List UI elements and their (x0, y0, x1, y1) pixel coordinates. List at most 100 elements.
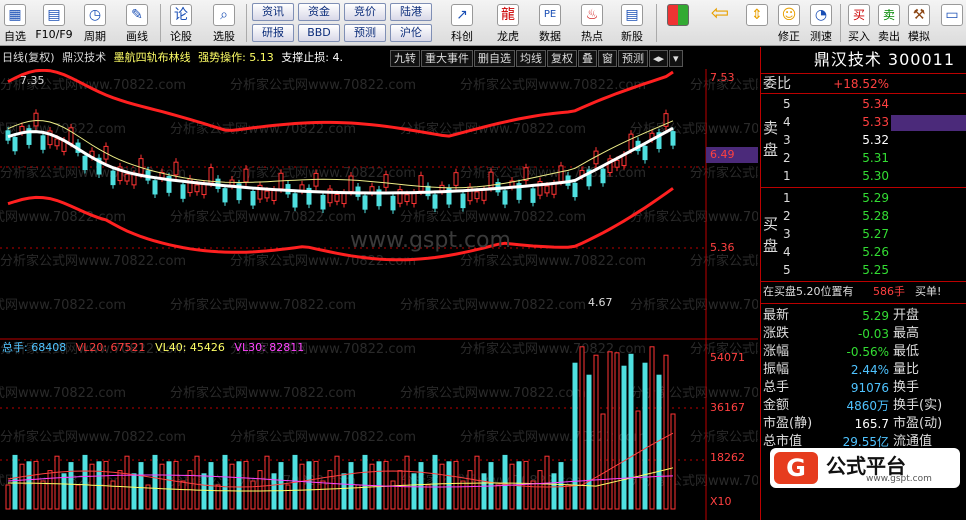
buy-row-5[interactable]: 5 5.25 (761, 261, 966, 279)
tab-major-events[interactable]: 重大事件 (421, 50, 473, 67)
volume-bar (236, 461, 242, 510)
tab-adjust[interactable]: 复权 (547, 50, 577, 67)
stat-value: -0.03 (857, 327, 889, 341)
volume-bar (33, 460, 39, 510)
buy-row-3[interactable]: 3 5.27 (761, 225, 966, 243)
stat-row: 市盈(静) 165.7 市盈(动) (761, 415, 966, 433)
candle-body (292, 193, 298, 208)
brand-logo: G 公式平台 www.gspt.com (770, 448, 960, 488)
hotspot-button[interactable]: ♨ 热点 (576, 2, 608, 44)
candle-body (558, 165, 564, 182)
period-label[interactable]: 日线(复权) (2, 51, 55, 64)
volume-bar (572, 362, 578, 510)
back-button[interactable]: ⇦ (706, 2, 734, 44)
simulate-button[interactable]: ⚒ 模拟 (904, 2, 934, 44)
volume-bar (432, 454, 438, 510)
volume-bar (411, 473, 417, 510)
funds-button[interactable]: 资金 (298, 3, 340, 21)
volume-bar (54, 455, 60, 510)
f10-button[interactable]: ▤ F10/F9 (34, 2, 74, 44)
stat-key-2: 开盘 (893, 308, 920, 323)
auction-button[interactable]: 竞价 (344, 3, 386, 21)
candle-body (110, 170, 116, 186)
volume-bar (390, 480, 396, 510)
sell-row-1[interactable]: 1 5.30 (761, 167, 966, 185)
tab-nine-turn[interactable]: 九转 (390, 50, 420, 67)
watermark-text: 分析家公式网www.70822.com (460, 253, 646, 269)
volume-bar (348, 462, 354, 510)
volume-bar (523, 460, 529, 510)
candle-body (320, 194, 326, 210)
tab-forecast[interactable]: 预测 (618, 50, 648, 67)
stock-software-window: ▦ 自选 ▤ F10/F9 ◷ 周期 ✎ 画线 论论股 ⌕ 选股 资讯 资金 竞价 陆港 … (0, 0, 966, 520)
layout-button[interactable] (664, 2, 692, 44)
watermark-text: 分析家公式网www.70822.com (630, 121, 758, 137)
stat-value: -0.56% (846, 345, 889, 359)
kline-chart[interactable]: 分析家公式网www.70822.com 分析家公式网www.70822.com 分析… (0, 69, 758, 520)
candle-body (453, 172, 459, 186)
watermark-text: 分析家公式网www.70822.com (460, 77, 646, 93)
chevron-down-icon[interactable]: ▾ (669, 50, 683, 67)
forecast-button[interactable]: 预测 (344, 24, 386, 42)
more-button[interactable]: ▭ (940, 2, 964, 44)
fix-button[interactable]: ☺ 修正 (774, 2, 804, 44)
volume-bar (530, 480, 536, 510)
tab-overlay[interactable]: 叠 (578, 50, 597, 67)
news-button[interactable]: 资讯 (252, 3, 294, 21)
shanghai-london-button[interactable]: 沪伦 (390, 24, 432, 42)
volume-bar (656, 374, 662, 510)
trend-label: 强势操作: 5.13 (198, 51, 274, 64)
data-button[interactable]: PE 数据 (534, 2, 566, 44)
new-stock-button[interactable]: ▤ 新股 (616, 2, 648, 44)
watchlist-button[interactable]: ▦ 自选 (2, 2, 28, 44)
stock-title: 鼎汉技术 300011 (813, 50, 955, 69)
volume-bar (313, 460, 319, 510)
axis-price-top: 7.53 (710, 71, 735, 84)
candle-body (600, 168, 606, 184)
stat-key-2: 最低 (893, 344, 920, 359)
sell-row-3[interactable]: 3 5.32 (761, 131, 966, 149)
volume-bar (467, 470, 473, 510)
volume-bar (61, 473, 67, 510)
volume-bar (418, 462, 424, 510)
volume-bar (425, 484, 431, 510)
hk-connect-button[interactable]: 陆港 (390, 3, 432, 21)
sell-row-4[interactable]: 4 5.33 (761, 113, 966, 131)
volume-bar (40, 480, 46, 510)
candle-body (362, 195, 368, 210)
candle-body (390, 195, 396, 211)
tab-remove-watch[interactable]: 删自选 (474, 50, 515, 67)
candle-body (481, 189, 487, 201)
sci-tech-button[interactable]: ↗ 科创 (446, 2, 478, 44)
scroll-button[interactable]: ⇕ (744, 2, 770, 44)
sell-button[interactable]: 卖卖出 (874, 2, 904, 44)
watermark-text: 分析家公式网www.70822.com (690, 429, 758, 445)
speed-test-button[interactable]: ◔ 测速 (806, 2, 836, 44)
period-button[interactable]: ◷ 周期 (80, 2, 110, 44)
sell-row-2[interactable]: 2 5.31 (761, 149, 966, 167)
tab-ma[interactable]: 均线 (516, 50, 546, 67)
forum-button[interactable]: 论论股 (166, 2, 196, 44)
watermark-text: 分析家公式网www.70822.com (690, 165, 758, 181)
buy-row-4[interactable]: 4 5.26 (761, 243, 966, 261)
dragon-tiger-button[interactable]: 龍龙虎 (492, 2, 524, 44)
tab-window[interactable]: 窗 (598, 50, 617, 67)
bbd-button[interactable]: BBD (298, 24, 340, 42)
buy-row-1[interactable]: 1 5.29 (761, 189, 966, 207)
arrows-icon[interactable]: ◂▸ (649, 50, 669, 67)
draw-line-button[interactable]: ✎ 画线 (122, 2, 152, 44)
watermark-text: 分析家公式网www.70822.com (630, 297, 758, 313)
buy-row-2[interactable]: 2 5.28 (761, 207, 966, 225)
volume-bar (82, 454, 88, 510)
vl30-label: VL30: 82811 (234, 341, 304, 354)
buy-button[interactable]: 买买入 (844, 2, 874, 44)
research-button[interactable]: 研报 (252, 24, 294, 42)
volume-bar (110, 480, 116, 510)
sell-row-5[interactable]: 5 5.34 (761, 95, 966, 113)
stock-picker-button[interactable]: ⌕ 选股 (208, 2, 240, 44)
volume-bar (222, 454, 228, 510)
indicator-name[interactable]: 墨航四轨布林线 (114, 51, 191, 64)
candle-body (383, 174, 389, 188)
watermark-text: 分析家公式网www.70822.com (0, 297, 126, 313)
volume-bar (397, 470, 403, 510)
